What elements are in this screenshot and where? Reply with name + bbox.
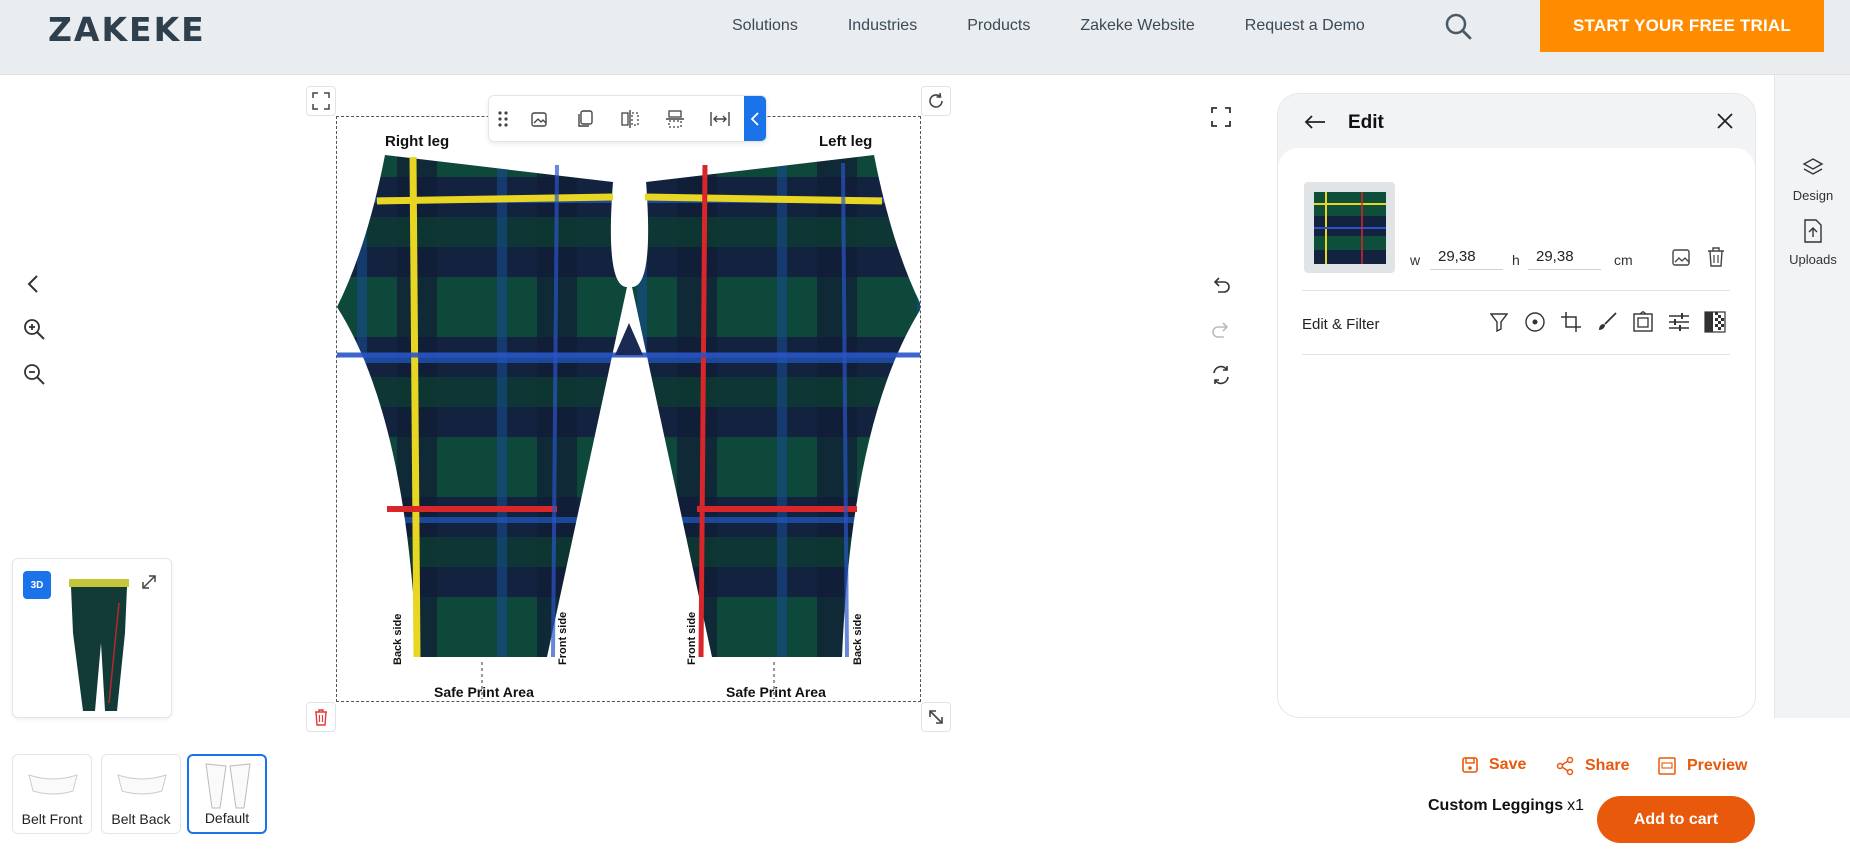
target-icon[interactable] <box>1521 308 1549 336</box>
3d-badge: 3D <box>23 571 51 599</box>
uploads-tab-label: Uploads <box>1789 252 1837 267</box>
belt-front-thumbnail <box>28 774 78 795</box>
upload-file-icon <box>1804 219 1822 243</box>
right-sidebar: Design Uploads <box>1774 75 1850 718</box>
flip-vertical-icon[interactable] <box>652 96 697 141</box>
product-quantity: x1 <box>1567 797 1585 814</box>
crop-icon[interactable] <box>1557 308 1585 336</box>
left-leg-label: Left leg <box>819 133 873 150</box>
save-button[interactable]: Save <box>1461 756 1526 774</box>
side-tab-label: Belt Front <box>21 811 83 827</box>
leggings-pattern <box>337 155 920 699</box>
search-icon[interactable] <box>1444 12 1472 40</box>
top-navigation-bar: ZAKEKE Solutions Industries Products Zak… <box>0 0 1850 75</box>
resize-icon[interactable] <box>921 702 951 732</box>
width-input[interactable] <box>1430 244 1503 270</box>
logo-text: ZAKEKE <box>48 10 206 49</box>
pdf-icon <box>1658 757 1676 775</box>
start-free-trial-button[interactable]: START YOUR FREE TRIAL <box>1540 0 1824 52</box>
share-button[interactable]: Share <box>1555 756 1629 776</box>
divider <box>1302 354 1730 355</box>
preview-label: Preview <box>1687 757 1748 774</box>
collapse-toolbar-icon[interactable] <box>744 96 766 141</box>
nav-item-solutions[interactable]: Solutions <box>732 16 798 36</box>
nav-item-products[interactable]: Products <box>967 16 1030 36</box>
filter-icon[interactable] <box>1485 308 1513 336</box>
edit-filter-label: Edit & Filter <box>1302 316 1380 333</box>
main-nav: Solutions Industries Products Zakeke Web… <box>732 16 1415 36</box>
share-label: Share <box>1585 757 1630 774</box>
side-label-back: Back side <box>852 613 864 665</box>
replace-image-icon[interactable] <box>1671 246 1693 273</box>
adjustments-icon[interactable] <box>1665 308 1693 336</box>
zoom-out-icon[interactable] <box>22 362 46 386</box>
flip-horizontal-icon[interactable] <box>607 96 652 141</box>
leggings-3d-model <box>69 579 129 711</box>
side-tab-belt-back[interactable]: Belt Back <box>101 754 181 834</box>
layers-icon <box>1802 158 1824 175</box>
height-input[interactable] <box>1528 244 1601 270</box>
design-canvas[interactable]: Right leg Left leg Back side Front side … <box>336 116 921 702</box>
redo-icon[interactable] <box>1208 317 1234 343</box>
reset-icon[interactable] <box>1208 362 1234 388</box>
transparency-icon[interactable] <box>1701 308 1729 336</box>
preview-button[interactable]: Preview <box>1657 756 1747 776</box>
side-tab-belt-front[interactable]: Belt Front <box>12 754 92 834</box>
edit-panel-body: w h cm Edit & Filter <box>1278 148 1755 717</box>
frame-icon[interactable] <box>1629 308 1657 336</box>
item-toolbar <box>488 95 767 142</box>
unit-label: cm <box>1614 252 1633 268</box>
side-label-front: Front side <box>686 611 698 665</box>
replace-image-icon[interactable] <box>517 96 562 141</box>
height-label: h <box>1512 252 1520 268</box>
design-tab[interactable]: Design <box>1775 157 1850 203</box>
width-label: w <box>1410 252 1421 268</box>
edit-panel: Edit w h cm Edit & Filter <box>1277 93 1756 718</box>
divider <box>1302 290 1730 291</box>
brush-icon[interactable] <box>1593 308 1621 336</box>
belt-back-thumbnail <box>117 774 167 795</box>
save-icon <box>1462 757 1478 773</box>
drag-handle-icon[interactable] <box>489 96 517 141</box>
side-label-back: Back side <box>392 613 404 665</box>
duplicate-icon[interactable] <box>562 96 607 141</box>
safe-print-area-label: Safe Print Area <box>434 684 534 700</box>
undo-icon[interactable] <box>1208 272 1234 298</box>
trash-icon[interactable] <box>1706 246 1726 273</box>
product-title: Custom Leggings x1 <box>1428 797 1584 815</box>
fullscreen-icon[interactable] <box>1208 104 1234 130</box>
side-tab-label: Belt Back <box>111 811 171 827</box>
close-icon[interactable] <box>1716 112 1734 135</box>
right-leg-label: Right leg <box>385 133 450 150</box>
edit-panel-title: Edit <box>1348 112 1384 133</box>
rotate-icon[interactable] <box>921 86 951 116</box>
zakeke-logo[interactable]: ZAKEKE <box>48 10 206 49</box>
stretch-width-icon[interactable] <box>697 96 742 141</box>
side-label-front: Front side <box>557 611 569 665</box>
back-arrow-icon[interactable] <box>1304 114 1326 135</box>
expand-icon[interactable] <box>306 86 336 116</box>
safe-print-area-label: Safe Print Area <box>726 684 826 700</box>
tartan-thumbnail <box>1313 191 1386 264</box>
nav-item-request-demo[interactable]: Request a Demo <box>1245 16 1365 36</box>
uploads-tab[interactable]: Uploads <box>1775 219 1850 267</box>
nav-item-zakeke-website[interactable]: Zakeke Website <box>1080 16 1194 36</box>
add-to-cart-button[interactable]: Add to cart <box>1597 796 1755 843</box>
side-tab-default[interactable]: Default <box>187 754 267 834</box>
product-name: Custom Leggings <box>1428 797 1564 814</box>
3d-preview[interactable]: 3D <box>12 558 172 718</box>
delete-icon[interactable] <box>306 702 336 732</box>
side-tab-label: Default <box>204 810 250 826</box>
nav-item-industries[interactable]: Industries <box>848 16 917 36</box>
default-thumbnail <box>205 763 251 809</box>
edit-panel-header: Edit <box>1278 94 1755 148</box>
chevron-left-icon[interactable] <box>22 272 46 296</box>
image-thumbnail <box>1304 182 1395 273</box>
share-icon <box>1556 756 1574 776</box>
zoom-in-icon[interactable] <box>22 317 46 341</box>
expand-preview-icon[interactable] <box>140 573 158 596</box>
design-tab-label: Design <box>1792 188 1834 203</box>
save-label: Save <box>1489 756 1527 773</box>
